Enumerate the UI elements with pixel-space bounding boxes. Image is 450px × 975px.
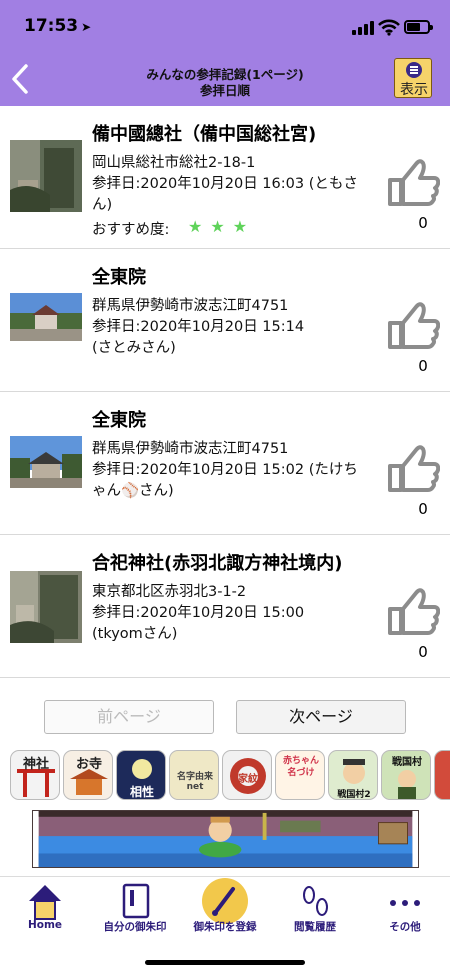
- record-name: 備中國總社（備中国総社宮): [92, 124, 317, 145]
- app-icon-family[interactable]: 家: [434, 750, 450, 800]
- record-visit-cont: (tkyomさん): [92, 626, 178, 642]
- app-label: 名字由来net: [176, 772, 213, 792]
- location-arrow-icon: ➤: [81, 20, 92, 34]
- app-label: 家紋: [238, 774, 258, 785]
- app-label: 赤ちゃん名づけ: [282, 756, 319, 778]
- record-visit-cont: (さとみさん): [92, 340, 176, 356]
- record-address: 岡山県総社市総社2-18-1: [92, 155, 256, 171]
- record-name: 合祀神社(赤羽北諏方神社境内): [92, 553, 343, 574]
- record-visit: 参拝日:2020年10月20日 16:03 (ともさ: [92, 176, 358, 192]
- tab-home[interactable]: Home: [0, 877, 90, 941]
- view-options-button[interactable]: 表示: [394, 58, 432, 98]
- page-subtitle: 参拝日順: [199, 83, 250, 98]
- wifi-icon: [378, 19, 400, 36]
- app-icon-shrine[interactable]: 神社: [10, 750, 60, 800]
- thumbs-up-icon[interactable]: [388, 301, 440, 349]
- record-visit-cont: ん): [92, 197, 113, 213]
- tab-more[interactable]: その他: [360, 877, 450, 941]
- tab-label: Home: [27, 919, 63, 931]
- app-label: 神社: [22, 757, 49, 772]
- menu-icon: [406, 62, 422, 78]
- footprints-icon: [303, 886, 328, 916]
- app-icon-temple[interactable]: お寺: [63, 750, 113, 800]
- app-label: 戦国村2: [337, 790, 371, 800]
- thumbs-up-icon[interactable]: [388, 444, 440, 492]
- record-visit-cont: ゃん⚾さん): [92, 483, 174, 499]
- like-count: 0: [418, 500, 428, 518]
- record-name: 全東院: [92, 410, 146, 431]
- app-label: お寺: [75, 757, 102, 772]
- tab-label: 自分の御朱印: [103, 921, 167, 933]
- app-icon-sengoku[interactable]: 戦国村: [381, 750, 431, 800]
- shrine-photo: [10, 140, 82, 212]
- app-icon-strip: 神社 お寺 相性 名字由来net 家紋 赤ちゃん名づけ 戦国村2 戦国村 家: [0, 750, 450, 804]
- temple-photo: [10, 428, 82, 500]
- tab-label: その他: [389, 921, 421, 933]
- app-icon-surname[interactable]: 名字由来net: [169, 750, 219, 800]
- signal-icon: [352, 21, 374, 35]
- tab-my-goshuin[interactable]: 自分の御朱印: [90, 877, 180, 941]
- more-dots-icon: [390, 900, 420, 906]
- tab-register-goshuin[interactable]: 御朱印を登録: [180, 877, 270, 941]
- top-bar: 17:53 ➤ みんなの参拝記録(1ページ) 参拝日順 表示: [0, 0, 450, 106]
- home-indicator: [145, 960, 305, 965]
- status-bar: 17:53 ➤: [0, 0, 450, 52]
- app-icon-kamon[interactable]: 家紋: [222, 750, 272, 800]
- record-address: 群馬県伊勢崎市波志江町4751: [92, 298, 289, 314]
- like-count: 0: [418, 643, 428, 661]
- list-item[interactable]: 備中國總社（備中国総社宮) 岡山県総社市総社2-18-1 参拝日:2020年10…: [0, 106, 450, 249]
- game-banner[interactable]: [32, 810, 419, 868]
- rating-stars: ★★★: [188, 217, 256, 236]
- record-name: 全東院: [92, 267, 146, 288]
- record-address: 群馬県伊勢崎市波志江町4751: [92, 441, 289, 457]
- app-icon-sengoku2[interactable]: 戦国村2: [328, 750, 378, 800]
- thumbs-up-icon[interactable]: [388, 587, 440, 635]
- record-visit: 参拝日:2020年10月20日 15:00: [92, 605, 305, 621]
- record-address: 東京都北区赤羽北3-1-2: [92, 584, 247, 600]
- tab-label: 閲覧履歴: [294, 921, 336, 933]
- app-label: 家: [435, 767, 450, 784]
- like-count: 0: [418, 214, 428, 232]
- back-chevron-icon[interactable]: [8, 62, 32, 96]
- record-visit: 参拝日:2020年10月20日 15:02 (たけち: [92, 462, 358, 478]
- list-item[interactable]: 全東院 群馬県伊勢崎市波志江町4751 参拝日:2020年10月20日 15:1…: [0, 249, 450, 392]
- home-icon: [29, 885, 61, 920]
- tab-bar: Home 自分の御朱印 御朱印を登録 閲覧履歴 その他: [0, 876, 450, 975]
- app-icon-compat[interactable]: 相性: [116, 750, 166, 800]
- list-item[interactable]: 合祀神社(赤羽北諏方神社境内) 東京都北区赤羽北3-1-2 参拝日:2020年1…: [0, 535, 450, 678]
- brush-icon: [202, 878, 248, 924]
- status-time: 17:53 ➤: [24, 16, 91, 36]
- tab-label: 御朱印を登録: [193, 921, 257, 933]
- app-label: 戦国村: [392, 757, 422, 768]
- record-visit: 参拝日:2020年10月20日 15:14: [92, 319, 305, 335]
- status-time-text: 17:53: [24, 16, 79, 36]
- goshuin-book-icon: [122, 883, 150, 919]
- view-options-label: 表示: [400, 82, 428, 98]
- prev-page-button[interactable]: 前ページ: [44, 700, 214, 734]
- next-page-button[interactable]: 次ページ: [236, 700, 406, 734]
- tab-history[interactable]: 閲覧履歴: [270, 877, 360, 941]
- list-item[interactable]: 全東院 群馬県伊勢崎市波志江町4751 参拝日:2020年10月20日 15:0…: [0, 392, 450, 535]
- temple-photo: [10, 285, 82, 357]
- rating-label: おすすめ度:: [92, 222, 170, 238]
- battery-icon: [404, 20, 433, 34]
- app-icon-baby-name[interactable]: 赤ちゃん名づけ: [275, 750, 325, 800]
- shrine-photo: [10, 571, 82, 643]
- app-label: 相性: [129, 785, 154, 799]
- like-count: 0: [418, 357, 428, 375]
- thumbs-up-icon[interactable]: [388, 158, 440, 206]
